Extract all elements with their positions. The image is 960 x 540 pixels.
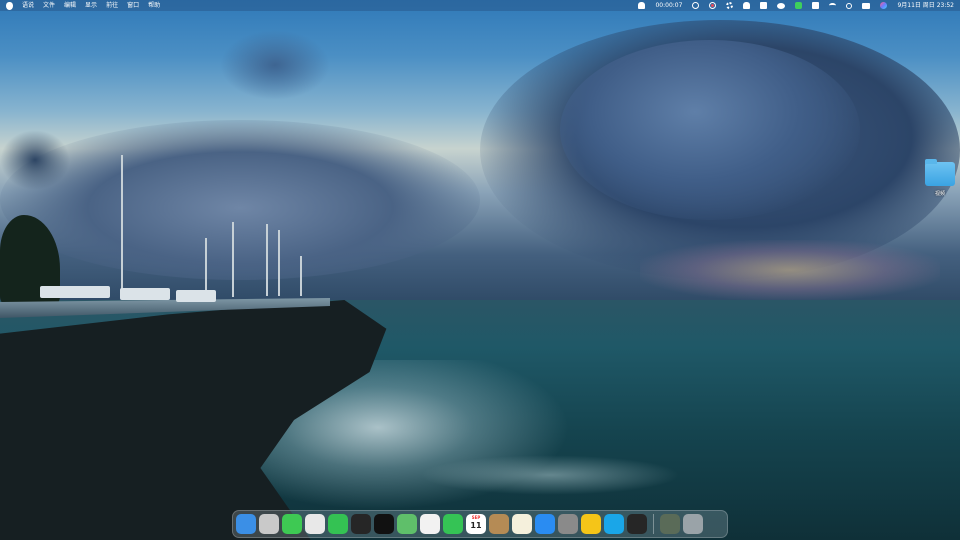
menu-clock[interactable]: 9月11日 周日 23:52 [897, 0, 954, 11]
menu-window[interactable]: 窗口 [127, 0, 139, 11]
storm-cloud [560, 40, 860, 220]
boat [40, 286, 110, 298]
menu-go[interactable]: 前往 [106, 0, 118, 11]
clipboard-icon[interactable] [760, 2, 768, 9]
calendar-month: SEP [471, 515, 481, 520]
dock-trash-icon[interactable] [683, 514, 703, 534]
menu-edit[interactable]: 编辑 [64, 0, 76, 11]
dock-separator [653, 514, 654, 534]
search-icon[interactable] [846, 2, 853, 9]
boat-mast [266, 224, 268, 296]
flag-icon[interactable] [812, 2, 820, 9]
dock-contacts-icon[interactable] [489, 514, 509, 534]
menu-bar-right: 00:00:07 9月11日 周日 23:52 [638, 0, 954, 11]
boat-mast [278, 230, 280, 296]
dock-facetime-icon[interactable] [443, 514, 463, 534]
menu-bar: 语说 文件 编辑 显示 前往 窗口 帮助 00:00:07 9月11日 周日 2… [0, 0, 960, 11]
boat [176, 290, 216, 302]
recording-timer[interactable]: 00:00:07 [655, 0, 682, 11]
wechat-icon[interactable] [777, 2, 786, 9]
bell-icon[interactable] [743, 2, 751, 9]
cloud-small [220, 30, 330, 100]
dock-notion-icon[interactable] [374, 514, 394, 534]
dock-messages-icon[interactable] [282, 514, 302, 534]
dock-tapd-icon[interactable] [581, 514, 601, 534]
menu-app-name[interactable]: 语说 [22, 0, 34, 11]
folder-label: 视频 [934, 191, 945, 197]
apple-icon[interactable] [6, 1, 13, 10]
dock-downloads-icon[interactable] [660, 514, 680, 534]
control-center-icon[interactable] [862, 2, 871, 9]
wave-foam [420, 455, 680, 495]
dock-chrome-icon[interactable] [305, 514, 325, 534]
folder-icon [925, 159, 955, 186]
siri-icon[interactable] [880, 2, 888, 9]
dock-photos-icon[interactable] [420, 514, 440, 534]
green-app-icon[interactable] [795, 2, 803, 9]
dock-launchpad-icon[interactable] [259, 514, 279, 534]
calendar-day: 11 [470, 521, 482, 530]
cloud-dark-left [0, 130, 70, 190]
horizon-glow [640, 240, 940, 300]
dock-finder-icon[interactable] [236, 514, 256, 534]
boat-mast [300, 256, 302, 296]
boat-mast [205, 238, 207, 296]
menu-bar-left: 语说 文件 编辑 显示 前往 窗口 帮助 [6, 0, 160, 11]
record-timer-icon[interactable] [692, 2, 700, 9]
dock-video-app-icon[interactable] [604, 514, 624, 534]
dock-notes-icon[interactable] [512, 514, 532, 534]
dock-wechat-icon[interactable] [328, 514, 348, 534]
dock-qq-2-icon[interactable] [627, 514, 647, 534]
dock-system-preferences-icon[interactable] [558, 514, 578, 534]
boat-mast [232, 222, 234, 297]
dock-calendar-icon[interactable]: SEP 11 [466, 514, 486, 534]
notification-icon[interactable] [638, 2, 646, 9]
dock-app-store-icon[interactable] [535, 514, 555, 534]
desktop-wallpaper [0, 0, 960, 540]
menu-view[interactable]: 显示 [85, 0, 97, 11]
menu-file[interactable]: 文件 [43, 0, 55, 11]
boat [120, 288, 170, 300]
dock-maps-icon[interactable] [397, 514, 417, 534]
wifi-icon[interactable] [829, 3, 837, 8]
cloud-left [0, 120, 480, 280]
menu-help[interactable]: 帮助 [148, 0, 160, 11]
desktop-folder[interactable]: 视频 [922, 159, 958, 197]
stop-record-icon[interactable] [709, 2, 717, 9]
dock-qq-icon[interactable] [351, 514, 371, 534]
dock: SEP 11 [232, 510, 728, 538]
gear-icon[interactable] [726, 2, 734, 9]
boat-mast [121, 155, 123, 295]
